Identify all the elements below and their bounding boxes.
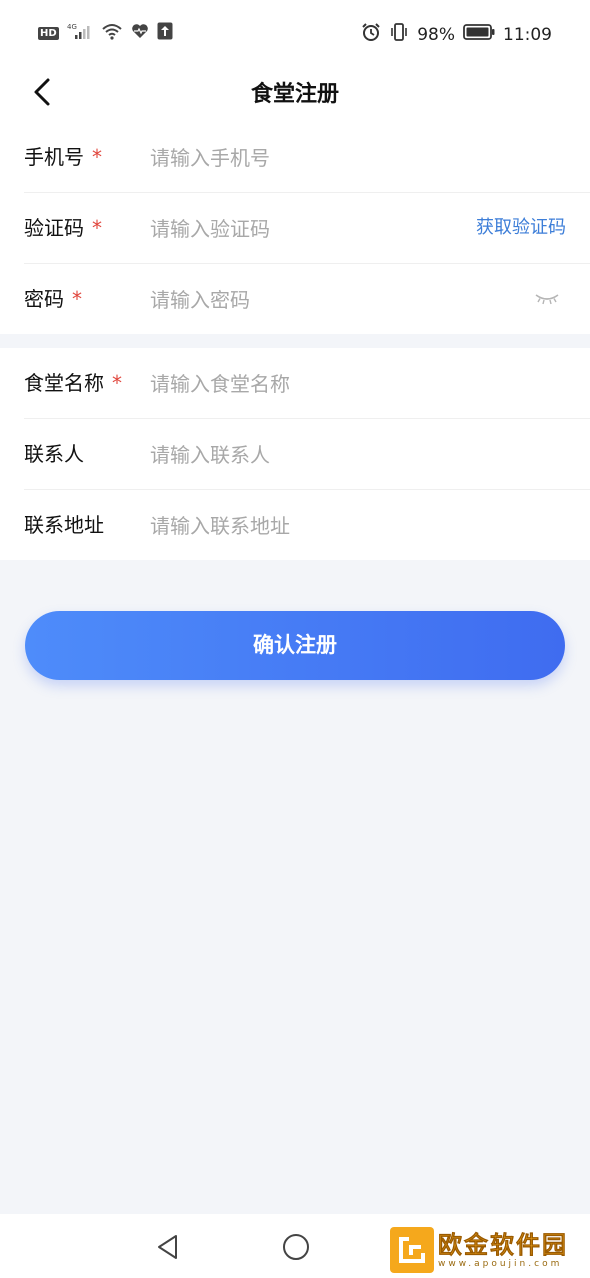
eye-closed-icon[interactable] bbox=[534, 291, 560, 307]
status-right: 98% 11:09 bbox=[361, 22, 552, 47]
status-bar: HD 4G 98% 11:09 bbox=[0, 0, 590, 66]
wifi-icon bbox=[101, 22, 123, 44]
watermark-text: 欧金软件园 www.apoujin.com bbox=[438, 1231, 568, 1269]
top-navbar: 食堂注册 bbox=[0, 66, 590, 122]
battery-percent: 98% bbox=[417, 24, 455, 45]
contact-label: 联系人 bbox=[24, 442, 84, 466]
contact-row: 联系人 bbox=[24, 419, 590, 490]
system-back-icon[interactable] bbox=[156, 1234, 180, 1264]
address-row: 联系地址 bbox=[24, 490, 590, 560]
watermark-name: 欧金软件园 bbox=[438, 1231, 568, 1260]
alarm-icon bbox=[361, 22, 381, 47]
get-code-button[interactable]: 获取验证码 bbox=[476, 193, 566, 263]
watermark-logo bbox=[390, 1227, 434, 1273]
canteen-form-card: 食堂名称* 联系人 联系地址 bbox=[0, 348, 590, 560]
phone-row: 手机号 * bbox=[24, 122, 590, 193]
address-input[interactable] bbox=[148, 508, 452, 544]
health-heart-icon bbox=[131, 23, 149, 43]
contact-input[interactable] bbox=[148, 437, 452, 473]
status-left: HD 4G bbox=[38, 22, 173, 44]
confirm-register-button[interactable]: 确认注册 bbox=[25, 611, 565, 680]
battery-icon bbox=[463, 24, 495, 45]
required-mark: * bbox=[92, 145, 102, 169]
code-row: 验证码* 获取验证码 bbox=[24, 193, 590, 264]
required-mark: * bbox=[92, 216, 102, 240]
watermark-url: www.apoujin.com bbox=[438, 1259, 563, 1269]
clock: 11:09 bbox=[503, 24, 552, 45]
phone-input[interactable] bbox=[148, 140, 452, 176]
password-label: 密码 * bbox=[24, 287, 82, 311]
canteen-name-row: 食堂名称 * bbox=[24, 348, 590, 419]
required-mark: * bbox=[72, 287, 82, 311]
code-label: 验证码 * bbox=[24, 216, 102, 240]
signal-icon: 4G bbox=[67, 22, 93, 44]
phone-label: 手机号 * bbox=[24, 145, 102, 169]
canteen-name-input[interactable] bbox=[148, 366, 452, 402]
page-title: 食堂注册 bbox=[250, 82, 339, 107]
watermark: 欧金软件园 www.apoujin.com bbox=[390, 1226, 584, 1274]
password-input[interactable] bbox=[148, 282, 452, 318]
canteen-name-label: 食堂名称 * bbox=[24, 371, 122, 395]
address-label: 联系地址 bbox=[24, 513, 104, 537]
vibrate-icon bbox=[389, 22, 409, 47]
hd-icon: HD bbox=[38, 26, 59, 40]
password-row: 密码 * bbox=[24, 264, 590, 334]
upload-notification-icon bbox=[157, 22, 173, 44]
system-home-icon[interactable] bbox=[283, 1234, 309, 1260]
account-form-card: 手机号* 验证码* 获取验证码 密码* bbox=[0, 122, 590, 334]
code-input[interactable] bbox=[148, 211, 352, 247]
required-mark: * bbox=[112, 371, 122, 395]
network-type: 4G bbox=[67, 23, 77, 31]
